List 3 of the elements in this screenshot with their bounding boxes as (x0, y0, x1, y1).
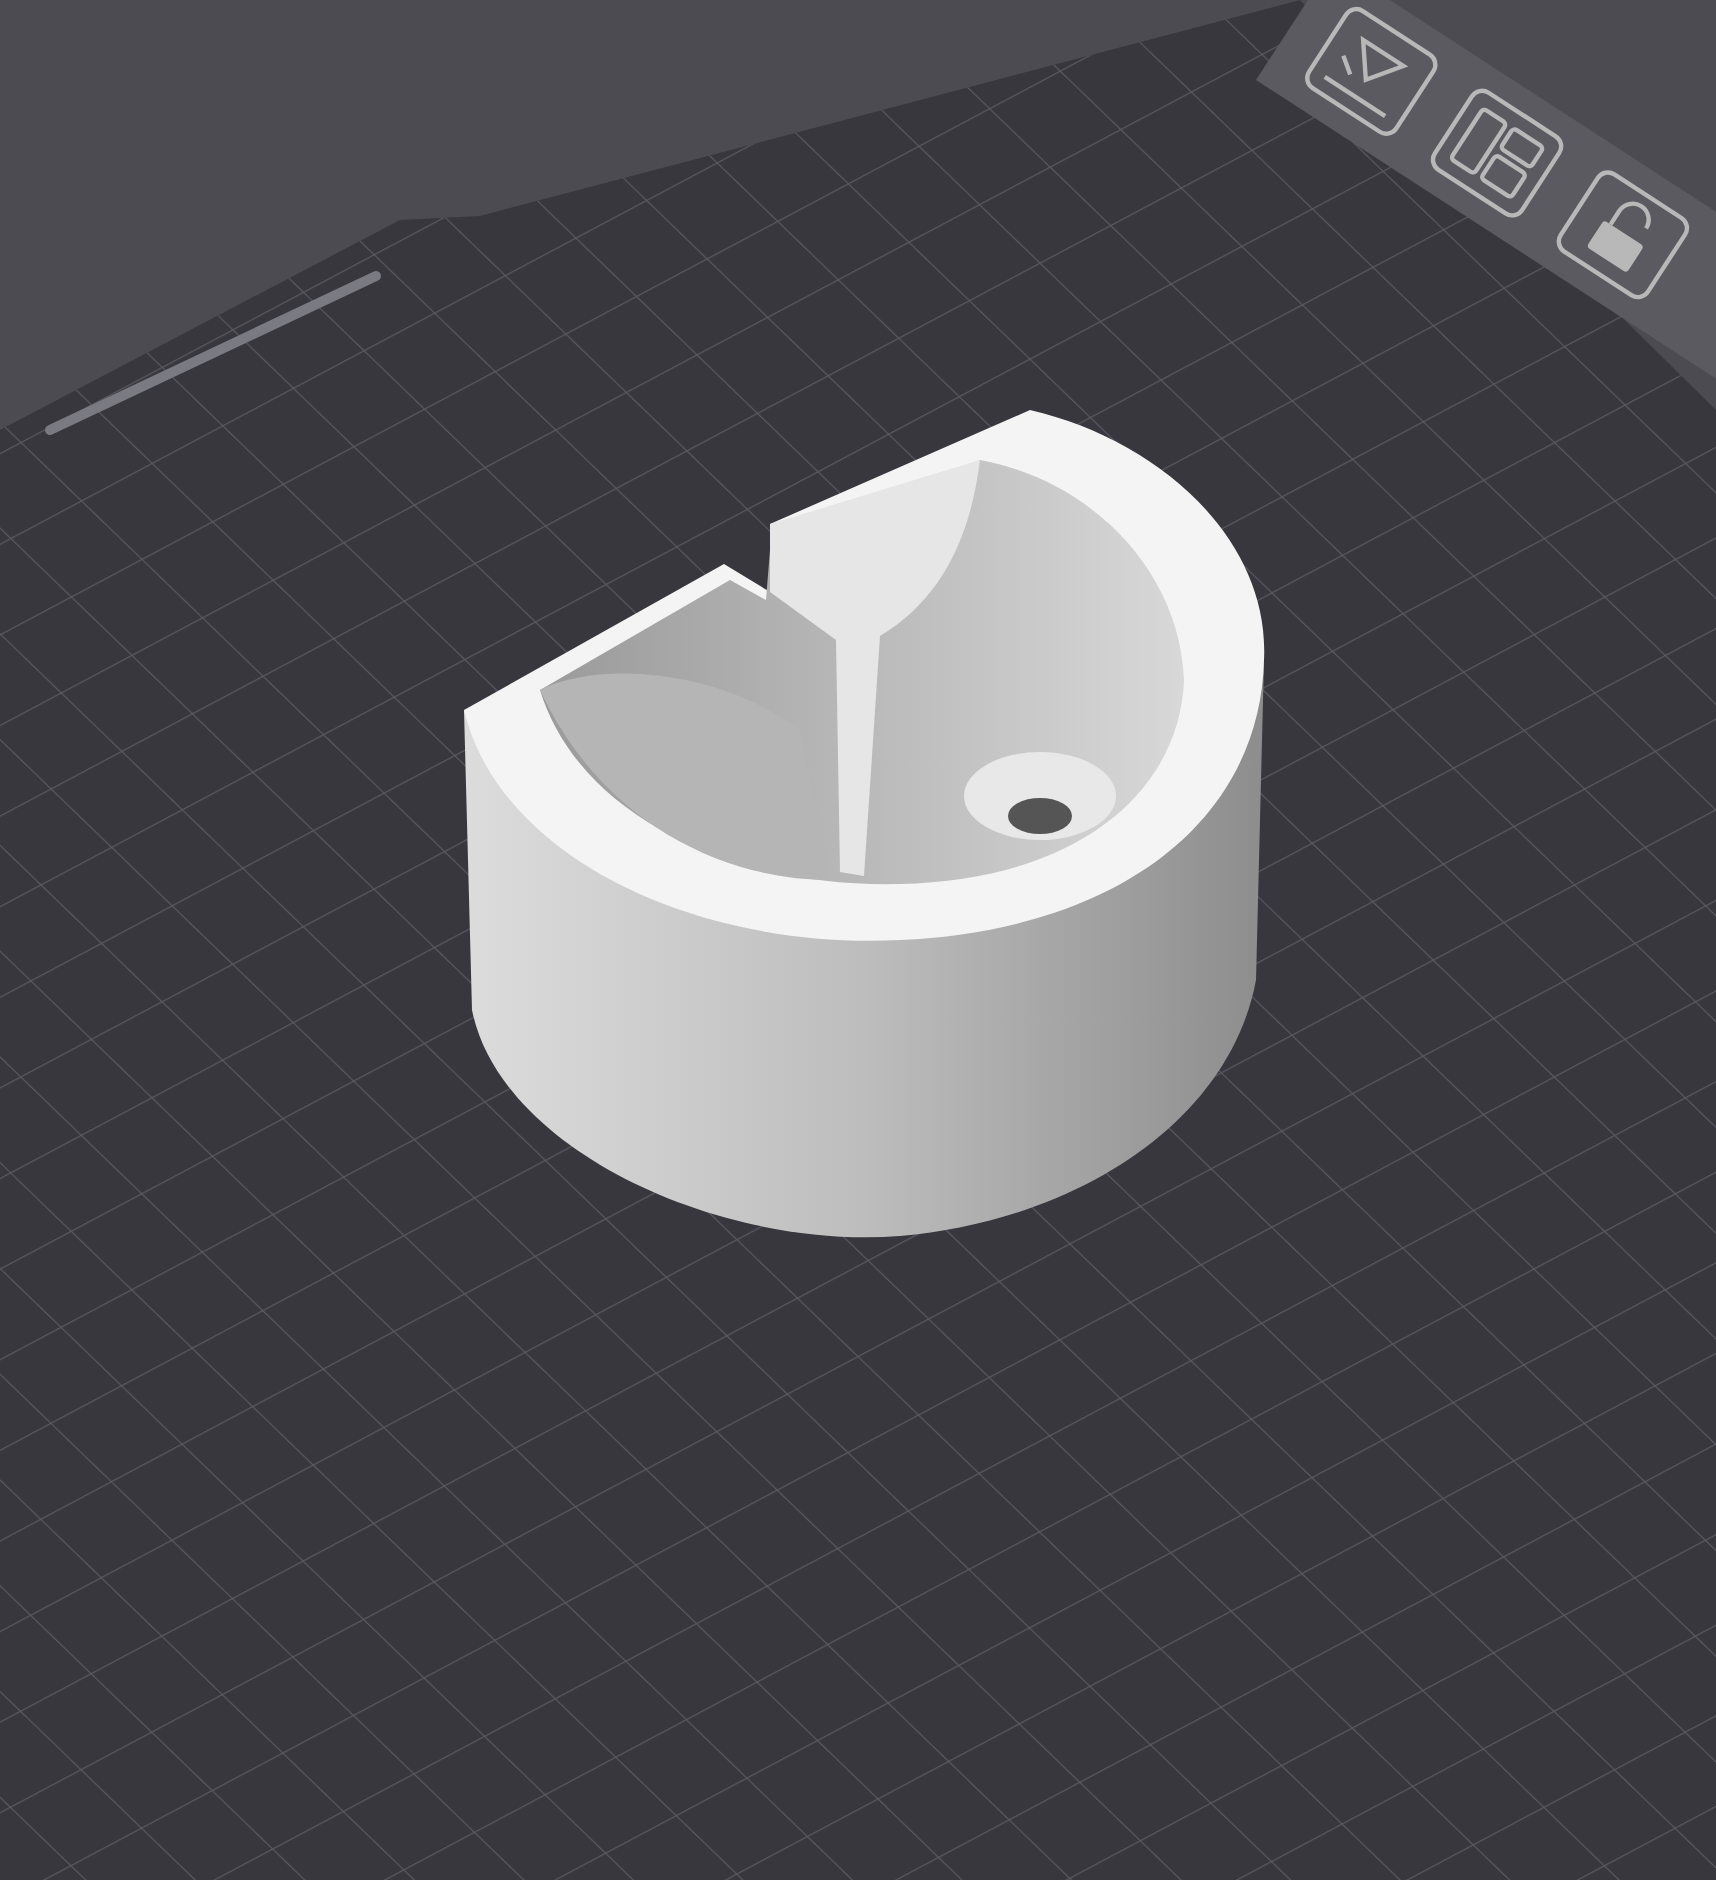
lock-icon[interactable] (1552, 165, 1694, 304)
layout-icon[interactable] (1426, 84, 1568, 223)
orient-icon[interactable] (1300, 2, 1443, 141)
